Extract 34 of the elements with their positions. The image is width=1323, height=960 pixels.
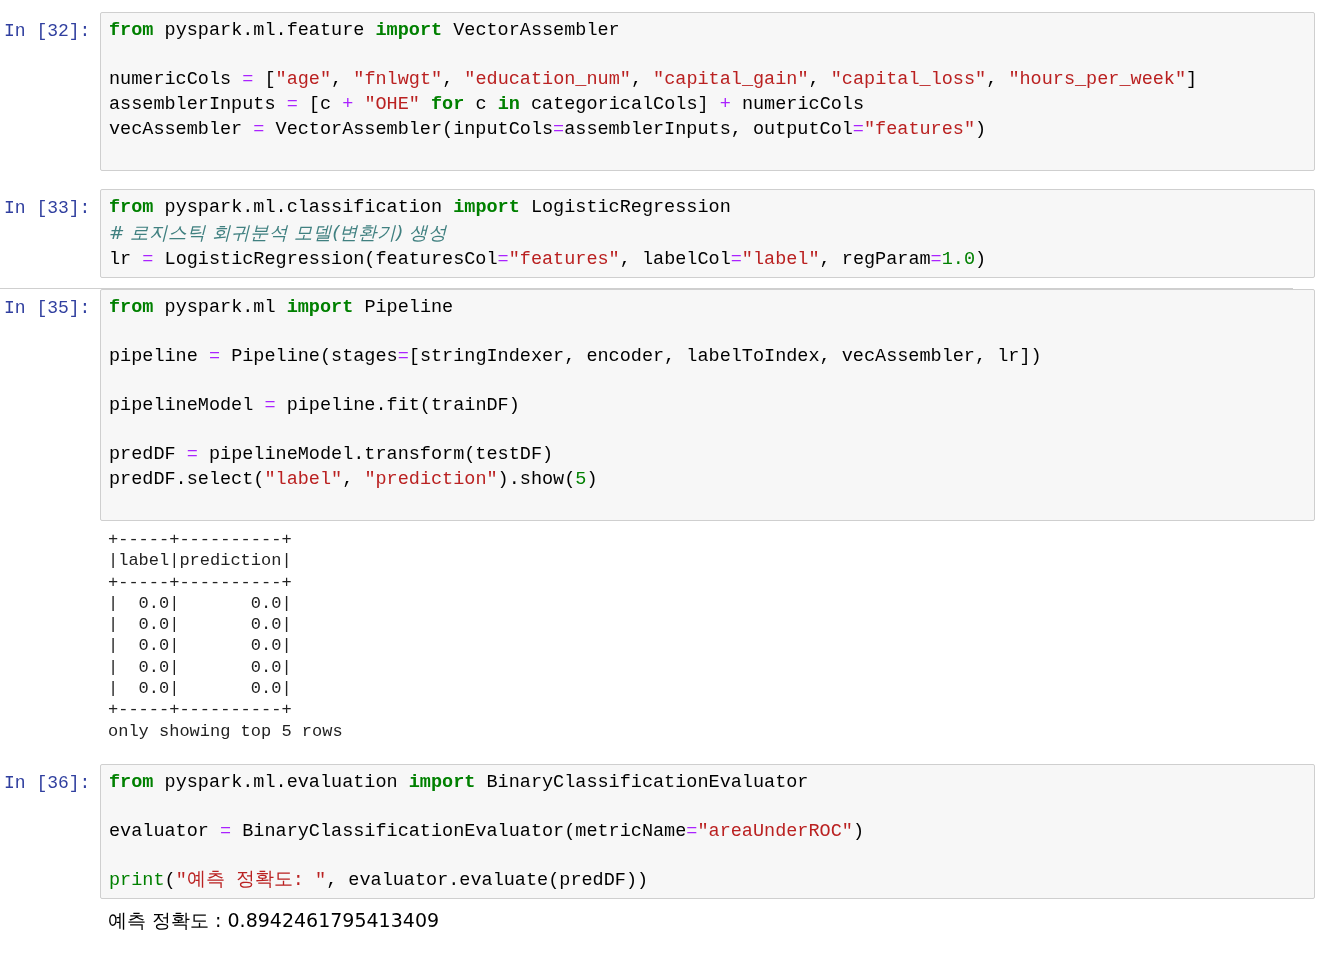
output-text: 예측 정확도 : 0.8942461795413409 <box>108 907 440 933</box>
code-line: predDF = pipelineModel.transform(testDF) <box>109 443 554 467</box>
output-line: only showing top 5 rows <box>108 720 343 742</box>
code-line: from pyspark.ml.classification import LogisticRegression <box>109 196 731 220</box>
code-cell[interactable] <box>100 289 1315 521</box>
output-line: +-----+----------+ <box>108 571 292 593</box>
code-cell[interactable]: from pyspark.ml.evaluation import BinaryClassificationEvaluator evaluator = BinaryClassificationEvaluator(metricName="areaUnderROC") print("예측 정확도: ", evaluator.evaluate(predDF)) <box>100 763 1315 899</box>
code-line: from pyspark.ml.feature import VectorAssembler <box>109 19 620 43</box>
output-line: +-----+----------+ <box>108 699 292 721</box>
code-line: lr = LogisticRegression(featuresCol="features", labelCol="label", regParam=1.0) <box>109 248 987 272</box>
code-line: print("예측 정확도: ", evaluator.evaluate(predDF)) <box>109 868 649 893</box>
output-line: +-----+----------+ <box>108 529 292 551</box>
output-line: | 0.0| 0.0| <box>108 614 292 636</box>
code-line: predDF.select("label", "prediction").show(5) <box>109 468 598 492</box>
code-line: from pyspark.ml.evaluation import BinaryClassificationEvaluator <box>109 770 809 795</box>
code-comment: # 로지스틱 회귀분석 모델(변환기) 생성 <box>109 221 448 245</box>
output-line: |label|prediction| <box>108 550 292 572</box>
output-line: | 0.0| 0.0| <box>108 678 292 700</box>
code-line: assemblerInputs = [c + "OHE" for c in categoricalCols] + numericCols <box>109 93 865 117</box>
cell-prompt: In [32]: <box>4 20 92 43</box>
cell-prompt: In [36]: <box>4 771 92 795</box>
cell-prompt: In [35]: <box>4 297 92 320</box>
code-line: from pyspark.ml import Pipeline <box>109 296 454 320</box>
output-line: | 0.0| 0.0| <box>108 656 292 679</box>
code-line: pipeline = Pipeline(stages=[stringIndexer, encoder, labelToIndex, vecAssembler, lr]) <box>109 345 1042 369</box>
code-line: vecAssembler = VectorAssembler(inputCols=assemblerInputs, outputCol="features") <box>109 118 987 142</box>
code-cell[interactable] <box>100 12 1315 171</box>
cell-prompt: In [33]: <box>4 197 92 220</box>
code-cell[interactable]: from pyspark.ml.classification import LogisticRegression # 로지스틱 회귀분석 모델(변환기) 생성 lr = LogisticRegression(featuresCol="features", labelCol="label", regParam=1.0) <box>100 189 1315 278</box>
code-line: pipelineModel = pipeline.fit(trainDF) <box>109 394 520 418</box>
output-line: | 0.0| 0.0| <box>108 592 292 615</box>
output-line: | 0.0| 0.0| <box>108 635 292 657</box>
code-line: numericCols = ["age", "fnlwgt", "education_num", "capital_gain", "capital_loss", "hours_per_week"] <box>109 68 1198 92</box>
code-line: evaluator = BinaryClassificationEvaluator(metricName="areaUnderROC") <box>109 819 864 844</box>
